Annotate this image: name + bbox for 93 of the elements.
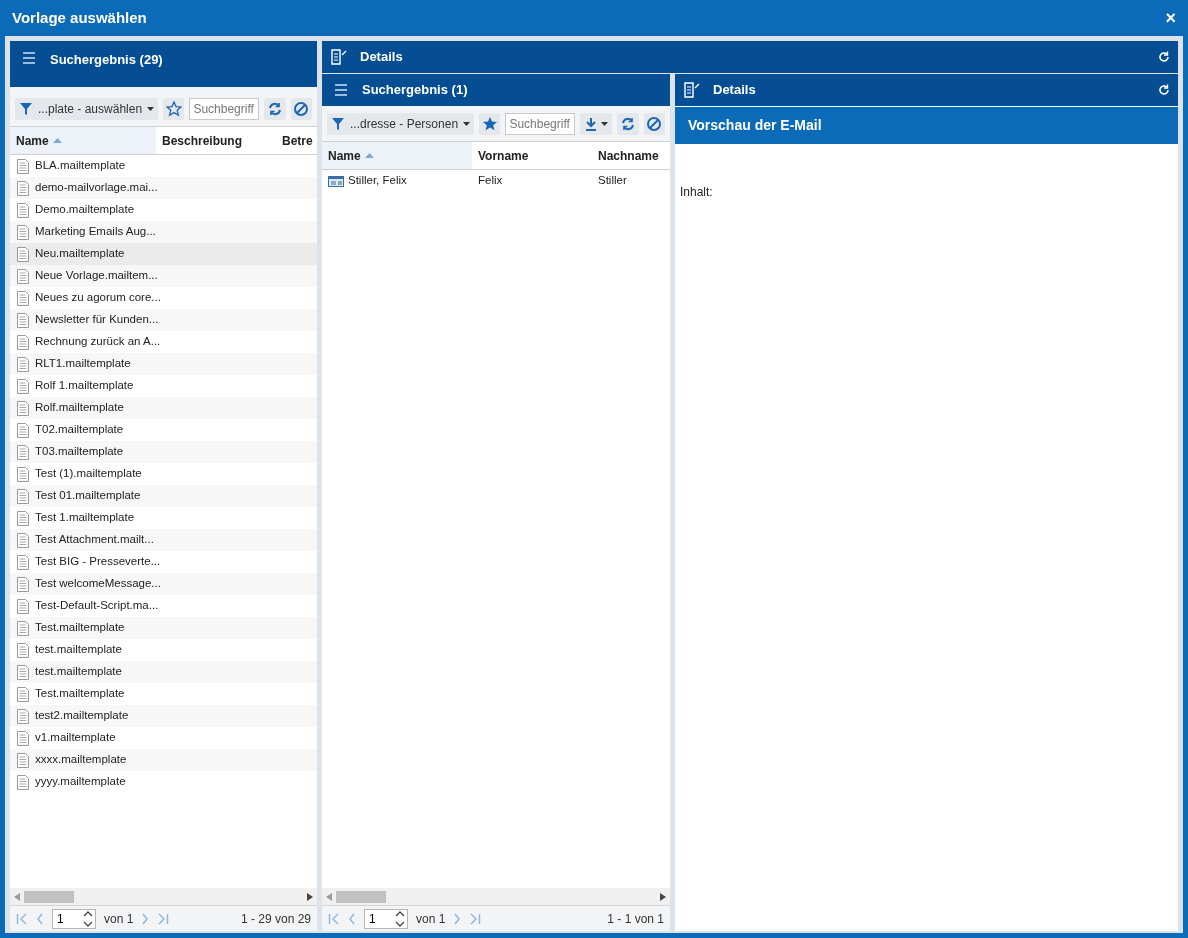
table-cell: Stiller, Felix [322, 172, 472, 190]
page-number-field[interactable]: 1 [364, 908, 408, 929]
filter-icon[interactable] [19, 101, 33, 116]
sort-ascending-icon [52, 138, 62, 143]
document-icon [17, 158, 29, 174]
page-count: von 1 [104, 910, 134, 928]
document-icon [17, 268, 29, 284]
preview-heading: Vorschau der E-Mail [675, 107, 1178, 144]
page-number-field[interactable]: 1 [52, 908, 96, 929]
document-icon [17, 356, 29, 372]
search-field[interactable]: Suchbegriff [189, 97, 260, 120]
document-icon [17, 422, 29, 438]
document-edit-icon [330, 49, 348, 65]
page-count: von 1 [416, 910, 446, 928]
document-icon [17, 708, 29, 724]
horizontal-scrollbar[interactable] [10, 888, 317, 905]
document-icon [17, 466, 29, 482]
template-row[interactable]: xxxx.mailtemplate [10, 749, 317, 771]
document-icon [17, 686, 29, 702]
horizontal-scrollbar[interactable] [322, 888, 670, 905]
sort-ascending-icon [364, 153, 374, 158]
document-icon [17, 554, 29, 570]
table-cell-text: Stiller [597, 173, 628, 189]
template-row[interactable]: Test.mailtemplate [10, 617, 317, 639]
document-icon [17, 246, 29, 262]
caret-icon[interactable] [147, 106, 155, 111]
panel-title: Suchergebnis (1) [362, 81, 468, 100]
table-cell-text: Felix [477, 173, 504, 189]
document-icon [17, 180, 29, 196]
spinner-arrows-icon[interactable] [83, 909, 93, 928]
close-button[interactable]: × [1165, 9, 1176, 27]
document-icon [17, 224, 29, 240]
window-title: Vorlage auswählen [12, 7, 147, 28]
search-field[interactable]: Suchbegriff [505, 112, 576, 135]
template-row[interactable]: test.mailtemplate [10, 661, 317, 683]
refresh-icon[interactable] [1158, 51, 1170, 63]
document-icon [17, 620, 29, 636]
document-icon [17, 510, 29, 526]
document-icon [17, 400, 29, 416]
filter-icon[interactable] [331, 116, 345, 131]
template-row[interactable]: Newsletter für Kunden... [10, 309, 317, 331]
template-row[interactable]: Test 01.mailtemplate [10, 485, 317, 507]
download-icon[interactable] [584, 116, 597, 131]
document-icon [17, 290, 29, 306]
download-button[interactable] [580, 112, 613, 135]
filter-dropdown[interactable]: ...dresse - Personen [327, 112, 475, 135]
result-range: 1 - 29 von 29 [240, 910, 311, 928]
document-icon [17, 642, 29, 658]
document-edit-icon [683, 82, 701, 98]
template-row[interactable]: T03.mailtemplate [10, 441, 317, 463]
document-icon [17, 598, 29, 614]
content-label: Inhalt: [679, 184, 714, 201]
document-icon [17, 312, 29, 328]
filter-dropdown[interactable]: ...plate - auswählen [15, 97, 159, 120]
refresh-icon[interactable] [1158, 84, 1170, 96]
document-icon [17, 334, 29, 350]
document-icon [17, 488, 29, 504]
template-row[interactable]: Neu.mailtemplate [10, 243, 317, 265]
menu-icon[interactable] [334, 84, 348, 96]
scrollbar-thumb[interactable] [24, 890, 74, 903]
template-row[interactable]: test2.mailtemplate [10, 705, 317, 727]
contact-card-icon [328, 175, 344, 187]
result-range: 1 - 1 von 1 [607, 910, 664, 928]
caret-icon[interactable] [463, 121, 471, 126]
menu-icon[interactable] [22, 50, 36, 66]
template-row[interactable]: Neue Vorlage.mailtem... [10, 265, 317, 287]
scroll-left-icon[interactable] [326, 892, 332, 901]
caret-icon[interactable] [600, 121, 608, 126]
column-header[interactable]: Name [322, 142, 472, 169]
template-row[interactable]: demo-mailvorlage.mai... [10, 177, 317, 199]
document-icon [17, 664, 29, 680]
scroll-left-icon[interactable] [14, 892, 20, 901]
column-header[interactable]: Name [10, 127, 156, 154]
panel-title: Details [713, 81, 757, 100]
template-row[interactable]: Test Attachment.mailt... [10, 529, 317, 551]
document-icon [17, 444, 29, 460]
document-icon [17, 730, 29, 746]
document-icon [17, 752, 29, 768]
template-row[interactable]: Test welcomeMessage... [10, 573, 317, 595]
template-row[interactable]: Rolf.mailtemplate [10, 397, 317, 419]
document-icon [17, 378, 29, 394]
document-icon [17, 576, 29, 592]
document-icon [17, 532, 29, 548]
scrollbar-thumb[interactable] [336, 890, 386, 903]
template-row[interactable]: RLT1.mailtemplate [10, 353, 317, 375]
scroll-right-icon[interactable] [660, 892, 666, 901]
document-icon [17, 774, 29, 790]
spinner-arrows-icon[interactable] [395, 909, 405, 928]
panel-title: Suchergebnis (29) [50, 51, 163, 69]
document-icon [17, 202, 29, 218]
scroll-right-icon[interactable] [307, 892, 313, 901]
panel-title: Details [360, 48, 404, 67]
template-row[interactable]: Marketing Emails Aug... [10, 221, 317, 243]
